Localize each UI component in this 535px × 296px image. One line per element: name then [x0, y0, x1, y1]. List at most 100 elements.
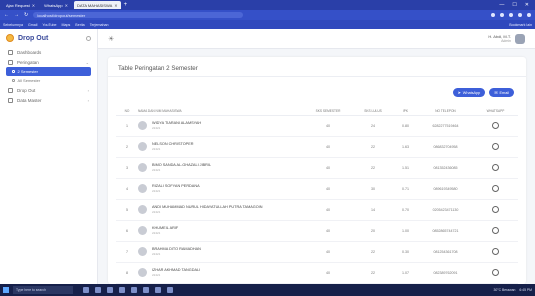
- cell-no: 7: [116, 241, 138, 263]
- bookmark-item[interactable]: Terjemahan: [90, 23, 109, 27]
- weather-text[interactable]: 30°C Berawan: [493, 288, 515, 292]
- browser-tab-active[interactable]: DATA MAHASISWA ✕: [73, 1, 121, 9]
- app-icon[interactable]: [155, 287, 161, 293]
- table-row: 3 BIMO SANDA AL-GHAZALI JIBRIL 22421 40 22 1.…: [116, 157, 518, 179]
- student-text: IZHAR AKHMAD TANGDALI 22421: [152, 268, 200, 277]
- sidebar-item-drop-out[interactable]: Drop Out ›: [0, 85, 97, 95]
- sidebar-item-dashboards[interactable]: Dashboards: [0, 47, 97, 57]
- whatsapp-icon[interactable]: [492, 226, 499, 234]
- whatsapp-icon[interactable]: [492, 163, 499, 171]
- cell-ipk: 0.71: [393, 178, 418, 200]
- cell-whatsapp: [473, 136, 518, 158]
- app-icon[interactable]: [83, 287, 89, 293]
- table-header-row: NO NAMA DAN NIM MAHASISWA SKS SEMESTER S…: [116, 107, 518, 116]
- cell-whatsapp: [473, 241, 518, 263]
- windows-start-icon[interactable]: [3, 287, 9, 293]
- brand[interactable]: Drop Out: [0, 29, 97, 47]
- sidebar-subitem-label: All Semester: [17, 78, 41, 83]
- extension-icon[interactable]: [500, 13, 504, 17]
- cell-whatsapp: [473, 157, 518, 179]
- cell-sks-semester: 40: [303, 220, 353, 242]
- url-input[interactable]: localhost/dropout/semester: [33, 12, 244, 18]
- close-window-icon[interactable]: ✕: [525, 2, 529, 8]
- cell-phone: 0205423471130: [418, 199, 473, 221]
- bookmark-item[interactable]: Sebelumnya: [3, 23, 23, 27]
- divider: [108, 76, 526, 77]
- close-icon[interactable]: ✕: [32, 3, 35, 8]
- student-nim: 22421: [152, 252, 161, 256]
- sidebar-subitem-2-semester[interactable]: 2 Semester: [6, 67, 91, 76]
- whatsapp-icon[interactable]: [492, 142, 499, 150]
- column-header-lulus: SKS LULUS: [353, 107, 393, 116]
- avatar[interactable]: [515, 33, 525, 44]
- cell-phone: 082389762091: [418, 262, 473, 284]
- app-icon[interactable]: [95, 287, 101, 293]
- cell-ipk: 0.80: [393, 115, 418, 137]
- sidebar-item-data-master[interactable]: Data Master ›: [0, 95, 97, 105]
- button-label: WhatsApp: [462, 90, 481, 95]
- theme-toggle-icon[interactable]: ☀: [108, 35, 114, 43]
- table-row: 1 WIDYA TIARANI ALAMSYAH 22421 40 24 0.80 6282…: [116, 115, 518, 137]
- extension-icon[interactable]: [527, 13, 531, 17]
- cell-ipk: 0.70: [393, 199, 418, 221]
- cell-no: 8: [116, 262, 138, 284]
- cell-no: 6: [116, 220, 138, 242]
- student-nim: 22421: [152, 168, 161, 172]
- cell-sks-semester: 40: [303, 115, 353, 137]
- app-icon[interactable]: [167, 287, 173, 293]
- whatsapp-icon[interactable]: [492, 184, 499, 192]
- cell-sks-semester: 40: [303, 157, 353, 179]
- system-tray: 30°C Berawan 6:45 PM: [493, 288, 532, 292]
- extension-icon[interactable]: [509, 13, 513, 17]
- cell-student: IZHAR AKHMAD TANGDALI 22421: [138, 262, 303, 284]
- app-icon[interactable]: [107, 287, 113, 293]
- send-email-button[interactable]: ✉ Email: [489, 88, 514, 97]
- whatsapp-icon[interactable]: [492, 268, 499, 276]
- cell-sks-lulus: 14: [353, 199, 393, 221]
- student-text: ANDI MUHAMMAD NURUL HIDAYATULLAH PUTRA T…: [152, 205, 262, 214]
- sidebar-toggle-icon[interactable]: [86, 35, 91, 41]
- home-icon: [8, 49, 13, 55]
- chevron-right-icon: ›: [87, 97, 89, 103]
- back-icon[interactable]: ←: [4, 12, 9, 18]
- column-header-whatsapp: WHATSAPP: [473, 107, 518, 116]
- new-tab-icon[interactable]: +: [124, 2, 128, 8]
- forward-icon[interactable]: →: [14, 12, 19, 18]
- send-whatsapp-button[interactable]: ➤ WhatsApp: [452, 88, 486, 97]
- close-icon[interactable]: ✕: [114, 3, 117, 8]
- browser-tab-ajax[interactable]: Ajax Request ✕: [3, 1, 38, 9]
- sidebar-item-label: Data Master: [17, 97, 42, 103]
- student-info: WIDYA TIARANI ALAMSYAH 22421: [138, 121, 303, 130]
- sidebar-item-label: Peringatan: [17, 59, 39, 65]
- bookmark-item[interactable]: Maps: [62, 23, 71, 27]
- user-menu[interactable]: H. Abdi, M.T. Admin: [488, 33, 525, 44]
- extension-icon[interactable]: [518, 13, 522, 17]
- taskbar-search-input[interactable]: Type here to search: [13, 286, 73, 294]
- close-icon[interactable]: ✕: [65, 3, 68, 8]
- app-icon[interactable]: [143, 287, 149, 293]
- bookmark-item[interactable]: YouTube: [42, 23, 56, 27]
- sidebar-item-peringatan[interactable]: Peringatan ⌄: [0, 57, 97, 67]
- clock[interactable]: 6:45 PM: [519, 288, 532, 292]
- extension-icon[interactable]: [491, 13, 495, 17]
- window-controls: — ☐ ✕: [499, 2, 535, 8]
- maximize-icon[interactable]: ☐: [512, 2, 516, 8]
- whatsapp-icon[interactable]: [492, 205, 499, 213]
- other-bookmarks[interactable]: Bookmark lain: [509, 23, 532, 27]
- bookmark-item[interactable]: Berita: [75, 23, 84, 27]
- minimize-icon[interactable]: —: [499, 2, 504, 8]
- bookmark-item[interactable]: Gmail: [28, 23, 37, 27]
- avatar: [138, 163, 147, 172]
- cell-whatsapp: [473, 220, 518, 242]
- reload-icon[interactable]: ↻: [24, 12, 28, 18]
- student-nim: 22421: [152, 189, 161, 193]
- whatsapp-icon[interactable]: [492, 121, 499, 129]
- app-icon[interactable]: [131, 287, 137, 293]
- whatsapp-icon[interactable]: [492, 247, 499, 255]
- cell-phone: 086832704958: [418, 136, 473, 158]
- cell-phone: 089619349580: [418, 178, 473, 200]
- app-icon[interactable]: [119, 287, 125, 293]
- browser-tab-whatsapp[interactable]: WhatsApp ✕: [41, 1, 71, 9]
- cell-no: 3: [116, 157, 138, 179]
- sidebar-subitem-all-semester[interactable]: All Semester: [6, 76, 91, 85]
